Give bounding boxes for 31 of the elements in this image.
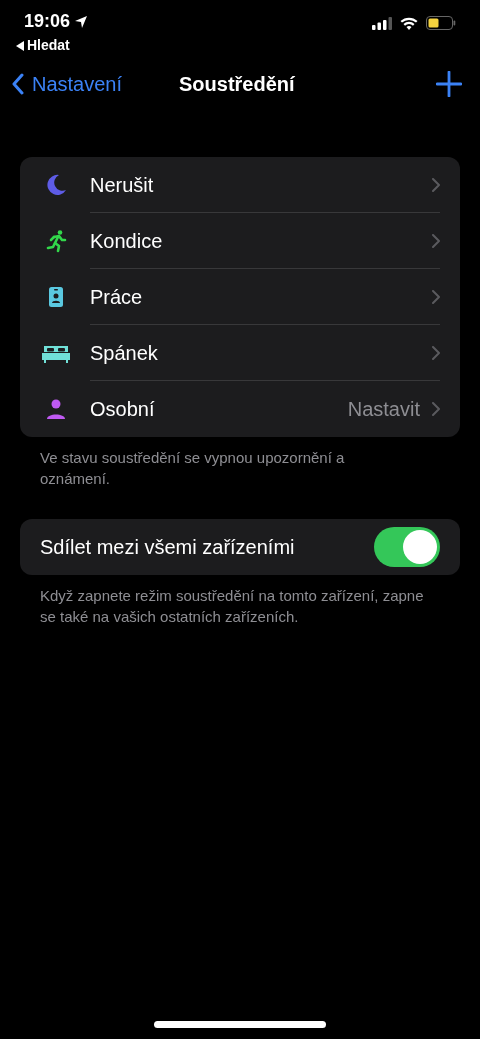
battery-icon [426,16,456,30]
back-to-app-link[interactable]: Hledat [16,35,89,56]
focus-mode-row[interactable]: Kondice [20,213,460,269]
status-time: 19:06 [24,10,71,33]
chevron-icon [432,177,440,192]
row-label: Nerušit [90,172,155,198]
chevron-icon [432,233,440,248]
location-arrow-icon [74,14,89,29]
page-title: Soustředění [179,72,295,97]
chevron-icon [432,289,440,304]
back-chevron-icon [12,73,24,95]
focus-mode-row[interactable]: Spánek [20,325,460,381]
back-triangle-icon [16,40,24,51]
row-label: Osobní [90,397,156,422]
focus-mode-row[interactable]: Osobní Nastavit [20,381,460,437]
row-value: Nastavit [347,397,420,422]
toggle-switch[interactable] [374,527,440,567]
add-icon[interactable] [436,71,462,97]
chevron-icon [432,402,440,416]
focus-mode-row[interactable]: Nerušit [20,157,460,213]
footer-note: Když zapnete režim soustředění na tomto zařízení, zapne se také na vašich ostatních zařízeních. [39,586,425,627]
row-label: Práce [90,284,144,310]
back-button[interactable]: Nastavení [12,69,123,99]
wifi-icon [400,16,418,30]
row-label: Kondice [90,228,164,254]
row-label: Spánek [90,340,159,366]
signal-icon [372,16,392,30]
focus-mode-row[interactable]: Práce [20,269,460,325]
chevron-icon [432,345,440,360]
row-label: Sdílet mezi všemi zařízeními [40,535,295,560]
footer-note: Ve stavu soustředění se vypnou upozornění a oznámení. [39,448,346,489]
